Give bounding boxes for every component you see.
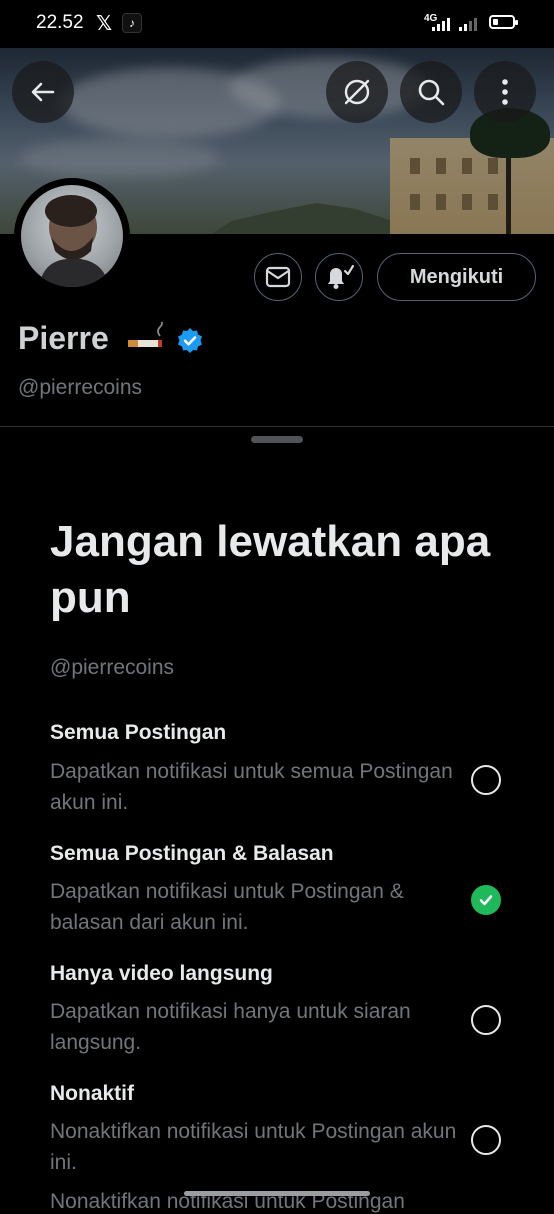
avatar-photo [39,195,109,287]
sheet-title: Jangan lewatkan apa pun [50,517,491,622]
arrow-left-icon [31,82,55,102]
cellular-signal-2-icon [459,17,477,31]
back-button[interactable] [12,61,74,123]
battery-icon [489,15,518,29]
grok-icon [344,79,370,105]
sheet-handle-label: @pierrecoins [50,656,175,679]
status-bar: 22.52 𝕏 ♪ 4G [0,0,554,48]
check-icon [479,895,493,906]
option-live-video-title: Hanya video langsung [50,962,273,985]
option-all-posts-title: Semua Postingan [50,721,227,744]
message-button[interactable] [254,253,302,301]
bell-check-icon [328,264,355,289]
search-button[interactable] [400,61,462,123]
option-all-posts-description: Dapatkan notifikasi untuk semua Postinga… [50,760,453,814]
notifications-button[interactable] [315,253,363,301]
option-posts-replies-description: Dapatkan notifikasi untuk Postingan & ba… [50,880,404,934]
tiktok-icon: ♪ [122,13,142,33]
cigarette-emoji-icon [126,319,166,357]
x-app-icon: 𝕏 [96,13,113,35]
envelope-icon [265,266,291,288]
avatar[interactable] [21,185,123,287]
option-live-video-description: Dapatkan notifikasi hanya untuk siaran l… [50,1000,411,1054]
grok-button[interactable] [326,61,388,123]
sheet-drag-handle[interactable] [251,436,303,443]
following-button[interactable]: Mengikuti [377,253,536,301]
profile-name-text: Pierre [18,320,109,356]
home-indicator[interactable] [184,1191,370,1196]
verified-badge-icon [176,327,204,360]
option-posts-replies-title: Semua Postingan & Balasan [50,842,334,865]
profile-name: Pierre [18,320,109,357]
more-options-button[interactable] [474,61,536,123]
profile-handle: @pierrecoins [18,376,143,399]
cellular-signal-icon [432,17,450,31]
option-off-title: Nonaktif [50,1082,134,1105]
more-vertical-icon [502,79,508,105]
option-off-radio[interactable] [471,1125,501,1155]
option-off-description: Nonaktifkan notifikasi untuk Postingan a… [50,1120,457,1174]
option-posts-replies-radio[interactable] [471,885,501,915]
option-all-posts-radio[interactable] [471,765,501,795]
option-live-video-radio[interactable] [471,1005,501,1035]
status-time: 22.52 [36,12,84,33]
search-icon [418,79,445,106]
